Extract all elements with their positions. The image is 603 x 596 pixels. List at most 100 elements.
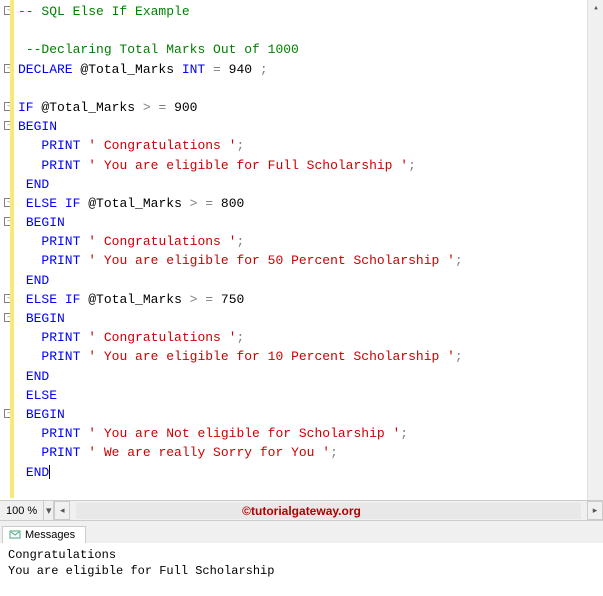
code-line[interactable]: PRINT ' We are really Sorry for You '; bbox=[18, 443, 603, 462]
code-line[interactable]: - BEGIN bbox=[18, 405, 603, 424]
code-token: ' Congratulations ' bbox=[88, 234, 236, 249]
code-token: ' We are really Sorry for You ' bbox=[88, 445, 330, 460]
code-token: = bbox=[213, 62, 221, 77]
code-token: -- SQL Else If Example bbox=[18, 4, 190, 19]
code-token: BEGIN bbox=[26, 311, 65, 326]
code-line[interactable]: - ELSE IF @Total_Marks > = 750 bbox=[18, 290, 603, 309]
code-token bbox=[18, 234, 41, 249]
code-token: PRINT bbox=[41, 330, 80, 345]
output-line: Congratulations bbox=[8, 547, 595, 563]
code-token: BEGIN bbox=[26, 215, 65, 230]
code-token: ; bbox=[400, 426, 408, 441]
code-editor[interactable]: ▴ --- SQL Else If Example --Declaring To… bbox=[0, 0, 603, 500]
code-line[interactable]: PRINT ' You are eligible for 50 Percent … bbox=[18, 251, 603, 270]
code-line[interactable]: -BEGIN bbox=[18, 117, 603, 136]
code-token: END bbox=[26, 465, 49, 480]
code-token: = bbox=[205, 292, 213, 307]
code-token bbox=[18, 311, 26, 326]
code-token: @Total_Marks bbox=[34, 100, 143, 115]
code-token bbox=[18, 215, 26, 230]
code-line[interactable]: -DECLARE @Total_Marks INT = 940 ; bbox=[18, 60, 603, 79]
code-line[interactable]: PRINT ' You are eligible for 10 Percent … bbox=[18, 347, 603, 366]
zoom-level[interactable]: 100 % bbox=[0, 501, 44, 520]
code-token bbox=[18, 273, 26, 288]
code-token: END bbox=[26, 273, 49, 288]
code-token: @Total_Marks bbox=[80, 196, 189, 211]
code-token bbox=[18, 138, 41, 153]
code-line[interactable]: END bbox=[18, 271, 603, 290]
code-line[interactable]: PRINT ' You are eligible for Full Schola… bbox=[18, 156, 603, 175]
code-token: --Declaring Total Marks Out of 1000 bbox=[26, 42, 299, 57]
code-token: ; bbox=[408, 158, 416, 173]
code-token: IF bbox=[65, 292, 81, 307]
code-line[interactable]: -IF @Total_Marks > = 900 bbox=[18, 98, 603, 117]
code-line[interactable]: - BEGIN bbox=[18, 309, 603, 328]
code-line[interactable] bbox=[18, 21, 603, 40]
change-gutter bbox=[10, 0, 14, 498]
code-token: ELSE bbox=[26, 196, 57, 211]
code-token bbox=[18, 177, 26, 192]
code-line[interactable]: - ELSE IF @Total_Marks > = 800 bbox=[18, 194, 603, 213]
messages-pane: Messages Congratulations You are eligibl… bbox=[0, 520, 603, 583]
code-token bbox=[18, 426, 41, 441]
code-token: 750 bbox=[213, 292, 244, 307]
code-token: ' You are eligible for 10 Percent Schola… bbox=[88, 349, 455, 364]
code-token: ; bbox=[236, 234, 244, 249]
code-line[interactable]: END bbox=[18, 175, 603, 194]
code-token: ; bbox=[260, 62, 268, 77]
code-token bbox=[18, 369, 26, 384]
code-token: PRINT bbox=[41, 158, 80, 173]
code-token: PRINT bbox=[41, 234, 80, 249]
code-line[interactable]: PRINT ' Congratulations '; bbox=[18, 328, 603, 347]
code-token bbox=[18, 292, 26, 307]
code-line[interactable]: --- SQL Else If Example bbox=[18, 2, 603, 21]
code-line[interactable]: - BEGIN bbox=[18, 213, 603, 232]
code-token bbox=[18, 158, 41, 173]
code-token: PRINT bbox=[41, 253, 80, 268]
code-token: PRINT bbox=[41, 426, 80, 441]
code-line[interactable] bbox=[18, 79, 603, 98]
code-token: ELSE bbox=[26, 388, 57, 403]
code-token: PRINT bbox=[41, 349, 80, 364]
code-token: BEGIN bbox=[26, 407, 65, 422]
horizontal-scrollbar[interactable] bbox=[76, 503, 581, 519]
text-cursor bbox=[49, 465, 50, 479]
code-token: BEGIN bbox=[18, 119, 57, 134]
code-token: 940 bbox=[221, 62, 260, 77]
code-token: END bbox=[26, 369, 49, 384]
messages-output[interactable]: Congratulations You are eligible for Ful… bbox=[0, 543, 603, 583]
code-token bbox=[18, 407, 26, 422]
code-token: @Total_Marks bbox=[73, 62, 182, 77]
code-token: IF bbox=[18, 100, 34, 115]
zoom-dropdown-icon[interactable]: ▾ bbox=[44, 501, 54, 520]
tab-label: Messages bbox=[25, 529, 75, 541]
code-token bbox=[18, 465, 26, 480]
code-token: INT bbox=[182, 62, 205, 77]
code-token bbox=[205, 62, 213, 77]
code-token: > bbox=[143, 100, 151, 115]
code-token: END bbox=[26, 177, 49, 192]
code-token bbox=[18, 445, 41, 460]
tab-messages[interactable]: Messages bbox=[2, 526, 86, 543]
code-line[interactable]: END bbox=[18, 367, 603, 386]
code-token: PRINT bbox=[41, 138, 80, 153]
code-line[interactable]: PRINT ' Congratulations '; bbox=[18, 232, 603, 251]
output-line: You are eligible for Full Scholarship bbox=[8, 563, 595, 579]
code-token: ' Congratulations ' bbox=[88, 138, 236, 153]
tab-strip: Messages bbox=[0, 521, 603, 543]
code-line[interactable]: --Declaring Total Marks Out of 1000 bbox=[18, 40, 603, 59]
scroll-left-arrow-icon[interactable]: ◂ bbox=[54, 501, 70, 520]
code-token: ' Congratulations ' bbox=[88, 330, 236, 345]
code-line[interactable]: END bbox=[18, 463, 603, 482]
code-token: ' You are eligible for 50 Percent Schola… bbox=[88, 253, 455, 268]
code-line[interactable]: PRINT ' Congratulations '; bbox=[18, 136, 603, 155]
code-line[interactable]: ELSE bbox=[18, 386, 603, 405]
code-token bbox=[18, 349, 41, 364]
code-token: 900 bbox=[166, 100, 197, 115]
code-token: 800 bbox=[213, 196, 244, 211]
code-line[interactable]: PRINT ' You are Not eligible for Scholar… bbox=[18, 424, 603, 443]
code-token: ; bbox=[236, 330, 244, 345]
code-token bbox=[18, 196, 26, 211]
code-token: DECLARE bbox=[18, 62, 73, 77]
scroll-right-arrow-icon[interactable]: ▸ bbox=[587, 501, 603, 520]
